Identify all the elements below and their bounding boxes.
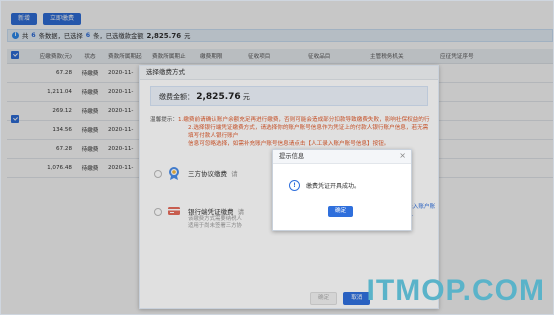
message-ok-button[interactable]: 确定: [328, 206, 354, 217]
message-text: 缴费凭证开具成功。: [306, 183, 361, 190]
app-frame: 新增 立即缴费 i 共 6 条数据，已选择 6 条，已选缴款金额 2,825.7…: [0, 0, 554, 315]
watermark: ITMOP.COM: [366, 274, 545, 307]
info-icon: !: [289, 180, 300, 191]
close-icon[interactable]: ×: [399, 150, 406, 162]
message-body: ! 缴费凭证开具成功。: [289, 180, 360, 191]
message-title: 提示信息 ×: [273, 150, 411, 164]
message-dialog: 提示信息 × ! 缴费凭证开具成功。 确定: [272, 149, 412, 231]
